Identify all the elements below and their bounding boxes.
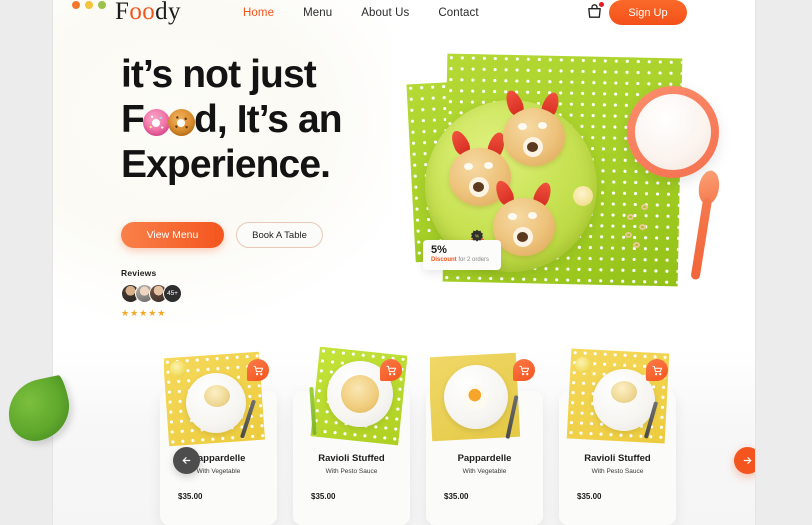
discount-seal-icon: % [469, 229, 485, 245]
product-desc: With Vegetable [462, 468, 507, 475]
product-price: $35.00 [311, 492, 336, 501]
dot-yellow [85, 1, 93, 9]
discount-badge: 5% Discount for 2 orders [423, 240, 501, 270]
carousel-next-button[interactable] [734, 447, 755, 474]
discount-caption: Discount for 2 orders [431, 257, 501, 263]
add-to-cart-button[interactable] [380, 359, 402, 381]
page-sheet: Foody Home Menu About Us Contact Sign Up [53, 0, 755, 525]
product-card[interactable]: Ravioli Stuffed With Pesto Sauce $35.00 [293, 347, 410, 525]
svg-text:%: % [475, 233, 479, 238]
thumb-food [611, 381, 637, 403]
product-desc: With Pesto Sauce [325, 468, 378, 475]
window-dots [72, 1, 106, 9]
thumb-food [464, 385, 488, 409]
dot-orange [72, 1, 80, 9]
product-price: $35.00 [444, 492, 469, 501]
add-to-cart-button[interactable] [513, 359, 535, 381]
discount-percent: 5% [431, 244, 447, 256]
product-price: $35.00 [577, 492, 602, 501]
add-to-cart-button[interactable] [646, 359, 668, 381]
thumb-lemon [170, 361, 186, 377]
product-info: Ravioli Stuffed With Pesto Sauce $35.00 [293, 453, 410, 501]
add-to-cart-button[interactable] [247, 359, 269, 381]
thumb-lemon [575, 357, 591, 373]
thumb-food [341, 375, 379, 413]
discount-suffix: for 2 orders [456, 257, 490, 263]
dot-green [98, 1, 106, 9]
product-desc: With Pesto Sauce [591, 468, 644, 475]
discount-word: Discount [431, 257, 457, 263]
carousel-prev-button[interactable] [173, 447, 200, 474]
thumb-food [204, 385, 230, 407]
product-name: Ravioli Stuffed [318, 453, 385, 464]
product-name: Pappardelle [457, 453, 512, 464]
product-card[interactable]: Ravioli Stuffed With Pesto Sauce $35.00 [559, 348, 676, 525]
product-carousel: Pappardelle With Vegetable $35.00 Raviol… [53, 0, 755, 525]
product-name: Ravioli Stuffed [584, 453, 651, 464]
product-card[interactable]: Pappardelle With Vegetable $35.00 [426, 352, 543, 525]
browser-viewport: Foody Home Menu About Us Contact Sign Up [0, 0, 812, 525]
product-price: $35.00 [178, 492, 203, 501]
product-info: Ravioli Stuffed With Pesto Sauce $35.00 [559, 453, 676, 501]
product-info: Pappardelle With Vegetable $35.00 [426, 453, 543, 501]
